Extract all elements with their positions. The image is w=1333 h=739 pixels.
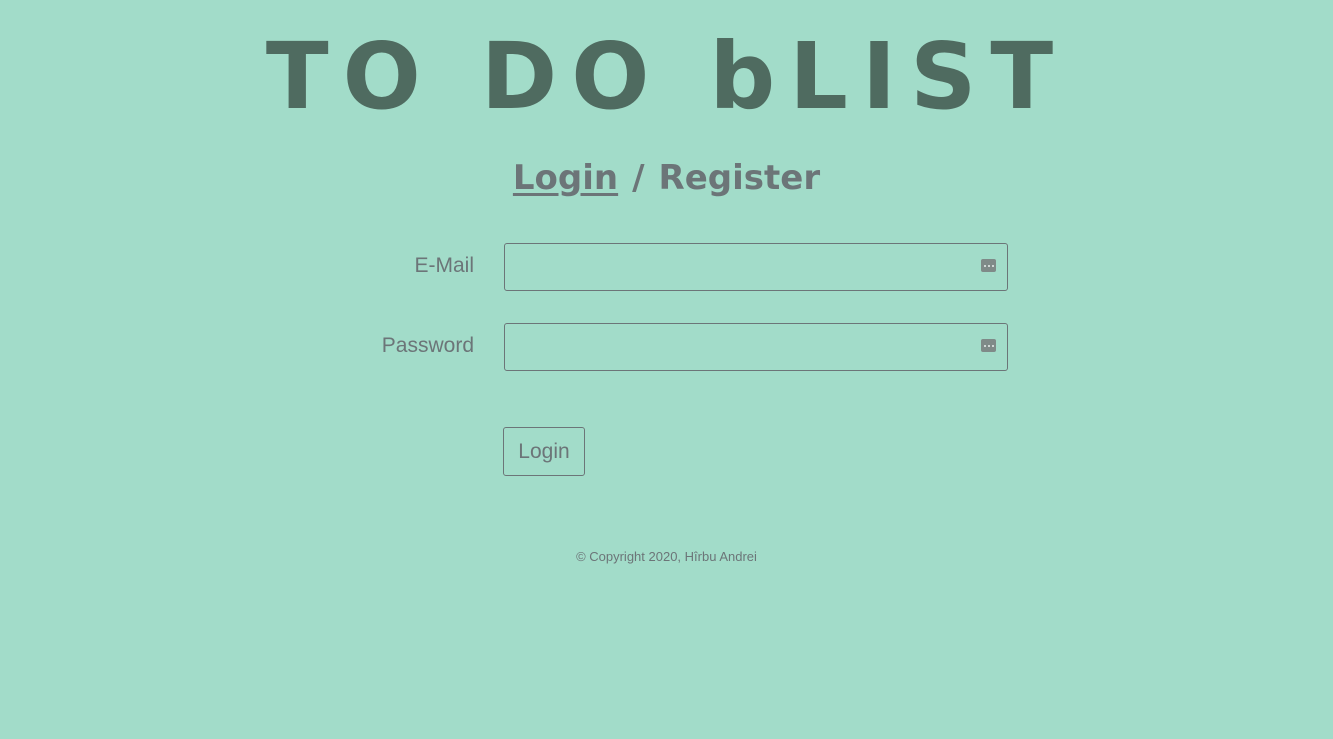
login-button[interactable]: Login bbox=[503, 427, 585, 476]
tab-login[interactable]: Login bbox=[513, 158, 618, 198]
app-title: TO DO bLIST bbox=[265, 23, 1068, 130]
password-manager-key-icon[interactable] bbox=[981, 339, 996, 352]
tab-register[interactable]: Register bbox=[659, 158, 821, 198]
email-label: E-Mail bbox=[414, 254, 474, 277]
password-manager-key-icon[interactable] bbox=[981, 259, 996, 272]
password-field[interactable] bbox=[504, 323, 1008, 371]
email-field[interactable] bbox=[504, 243, 1008, 291]
copyright-footer: © Copyright 2020, Hîrbu Andrei bbox=[576, 549, 757, 564]
tab-separator: / bbox=[632, 158, 645, 198]
password-label: Password bbox=[381, 334, 474, 357]
auth-tabs: Login / Register bbox=[0, 156, 1333, 200]
